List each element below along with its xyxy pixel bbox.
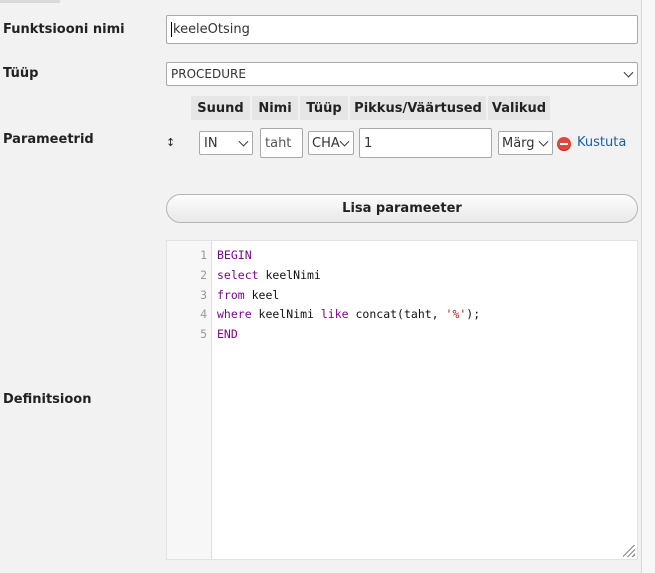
type-select-value: PROCEDURE <box>171 67 246 81</box>
type-select[interactable]: PROCEDURE <box>166 62 638 86</box>
top-tab-stub <box>0 0 60 3</box>
function-name-input[interactable]: keeleOtsing <box>166 15 638 44</box>
param-header-length: Pikkus/Väärtused <box>350 96 486 120</box>
line-number-gutter: 1 2 3 4 5 <box>167 241 212 559</box>
line-number: 2 <box>200 268 207 282</box>
param-options-value: Märg <box>502 135 535 151</box>
chevron-down-icon <box>339 136 350 147</box>
code-line: select keelNimi <box>217 268 321 282</box>
code-token: keelNimi <box>258 268 321 282</box>
code-line: BEGIN <box>217 248 252 262</box>
line-number: 3 <box>200 288 207 302</box>
param-header-options: Valikud <box>488 96 550 120</box>
code-token: '%' <box>445 307 467 321</box>
param-length-input[interactable]: 1 <box>359 128 492 158</box>
code-token: concat(taht, <box>348 307 446 321</box>
param-type-select[interactable]: CHA <box>308 131 354 155</box>
code-token: keel <box>244 288 280 302</box>
resize-handle-icon[interactable] <box>623 545 635 557</box>
param-header-type: Tüüp <box>300 96 348 120</box>
code-line: END <box>217 327 238 341</box>
code-token: keelNimi <box>251 307 321 321</box>
line-number: 4 <box>200 307 207 321</box>
line-number: 5 <box>200 327 207 341</box>
definition-label: Definitsioon <box>3 392 92 407</box>
param-direction-select[interactable]: IN <box>199 131 253 155</box>
chevron-down-icon <box>238 136 249 147</box>
param-name-input[interactable]: taht <box>260 128 303 158</box>
code-token: select <box>217 268 259 282</box>
sort-handle-icon[interactable]: ↕ <box>166 136 175 150</box>
text-caret <box>171 22 172 37</box>
right-scroll-gutter[interactable] <box>641 0 655 573</box>
param-options-select[interactable]: Märg <box>498 131 553 155</box>
parameters-label: Parameetrid <box>3 132 94 147</box>
code-editor[interactable]: 1 2 3 4 5 BEGIN select keelNimi from kee… <box>166 240 638 560</box>
param-name-value: taht <box>265 135 292 151</box>
param-header-direction: Suund <box>191 96 250 120</box>
code-token: ); <box>466 307 481 321</box>
code-line: from keel <box>217 288 279 302</box>
type-label: Tüüp <box>3 66 39 81</box>
add-parameter-button[interactable]: Lisa parameeter <box>166 194 638 223</box>
chevron-down-icon <box>623 67 634 78</box>
line-number: 1 <box>200 248 207 262</box>
code-token: where <box>217 307 252 321</box>
param-type-value: CHA <box>312 135 340 151</box>
code-token: END <box>217 327 238 341</box>
param-header-name: Nimi <box>252 96 298 120</box>
function-name-label: Funktsiooni nimi <box>3 22 125 37</box>
code-token: BEGIN <box>217 248 252 262</box>
param-direction-value: IN <box>204 135 218 151</box>
code-token: like <box>320 307 349 321</box>
delete-icon[interactable] <box>557 137 571 151</box>
code-token: from <box>217 288 245 302</box>
delete-parameter-link[interactable]: Kustuta <box>577 135 626 150</box>
param-length-value: 1 <box>364 135 373 151</box>
function-name-value: keeleOtsing <box>173 22 250 37</box>
chevron-down-icon <box>538 136 549 147</box>
code-line: where keelNimi like concat(taht, '%'); <box>217 307 480 321</box>
